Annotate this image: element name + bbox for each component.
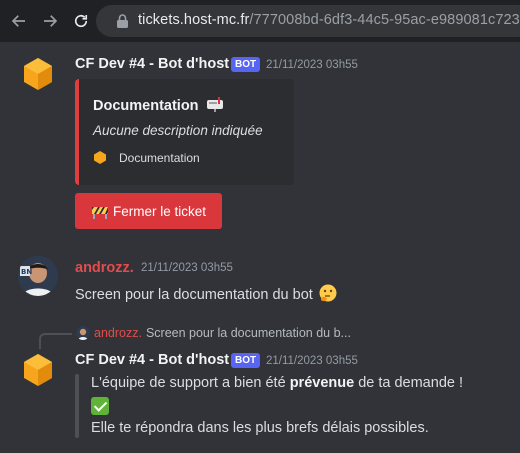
reply-avatar-icon bbox=[76, 326, 90, 340]
embed-description: Aucune description indiquée bbox=[93, 123, 263, 138]
message-author[interactable]: CF Dev #4 - Bot d'host bbox=[75, 352, 229, 368]
check-mark-icon bbox=[91, 397, 109, 415]
message-timestamp: 21/11/2023 03h55 bbox=[266, 59, 358, 71]
embed-card: Documentation Aucune description indiqué… bbox=[75, 79, 294, 185]
close-ticket-label: Fermer le ticket bbox=[112, 203, 207, 219]
message-line: L'équipe de support a bien été prévenue … bbox=[91, 375, 463, 391]
embed-field: Documentation bbox=[93, 150, 200, 165]
user-photo-icon: BN bbox=[18, 256, 58, 296]
svg-text:BN: BN bbox=[21, 268, 32, 276]
message-line-prefix: L'équipe de support a bien été bbox=[91, 375, 290, 391]
arrow-left-icon bbox=[11, 15, 25, 27]
bot-avatar[interactable] bbox=[18, 350, 58, 390]
construction-icon bbox=[91, 207, 108, 219]
hexagon-logo-icon bbox=[24, 58, 52, 90]
url-host: tickets.host-mc.fr bbox=[138, 12, 250, 28]
arrow-right-icon bbox=[44, 15, 58, 27]
message-line: Elle te répondra dans les plus brefs dél… bbox=[91, 420, 429, 436]
message-text: Screen pour la documentation du bot bbox=[75, 283, 338, 303]
user-avatar[interactable]: BN bbox=[18, 256, 58, 296]
bot-tag: BOT bbox=[231, 57, 261, 72]
hexagon-small-icon bbox=[94, 151, 106, 164]
reply-preview-text: Screen pour la documentation du b... bbox=[145, 326, 351, 340]
message-author[interactable]: androzz. bbox=[75, 260, 134, 276]
blockquote-bar bbox=[75, 374, 79, 438]
address-bar[interactable]: tickets.host-mc.fr/777008bd-6df3-44c5-95… bbox=[96, 5, 520, 37]
reply-preview[interactable]: androzz. Screen pour la documentation du… bbox=[76, 326, 351, 340]
reload-button[interactable] bbox=[69, 9, 93, 33]
message-line bbox=[91, 397, 109, 419]
url-path: /777008bd-6df3-44c5-95ac-e989081c7239 bbox=[249, 12, 520, 28]
url-text: tickets.host-mc.fr/777008bd-6df3-44c5-95… bbox=[138, 12, 520, 28]
hexagon-logo-icon bbox=[24, 354, 52, 386]
lock-icon bbox=[117, 14, 128, 28]
message-line-suffix: de ta demande ! bbox=[354, 375, 463, 391]
close-ticket-button[interactable]: Fermer le ticket bbox=[75, 193, 222, 229]
bot-tag: BOT bbox=[231, 353, 261, 368]
reply-author[interactable]: androzz. bbox=[94, 326, 142, 340]
reply-connector bbox=[39, 333, 72, 349]
message-text-content: Screen pour la documentation du bot bbox=[75, 287, 313, 303]
mailbox-icon bbox=[206, 97, 223, 112]
embed-field-text: Documentation bbox=[119, 150, 200, 165]
browser-toolbar: tickets.host-mc.fr/777008bd-6df3-44c5-95… bbox=[0, 0, 520, 42]
message-timestamp: 21/11/2023 03h55 bbox=[141, 262, 233, 274]
reload-icon bbox=[74, 14, 88, 28]
message-timestamp: 21/11/2023 03h55 bbox=[266, 355, 358, 367]
forward-button[interactable] bbox=[38, 9, 62, 33]
bot-avatar[interactable] bbox=[18, 54, 58, 94]
message-author[interactable]: CF Dev #4 - Bot d'host bbox=[75, 56, 229, 72]
message-line-bold: prévenue bbox=[289, 375, 355, 391]
embed-title-text: Documentation bbox=[93, 98, 199, 114]
embed-title: Documentation bbox=[93, 96, 224, 114]
back-button[interactable] bbox=[7, 9, 31, 33]
thinking-face-icon bbox=[319, 284, 337, 302]
